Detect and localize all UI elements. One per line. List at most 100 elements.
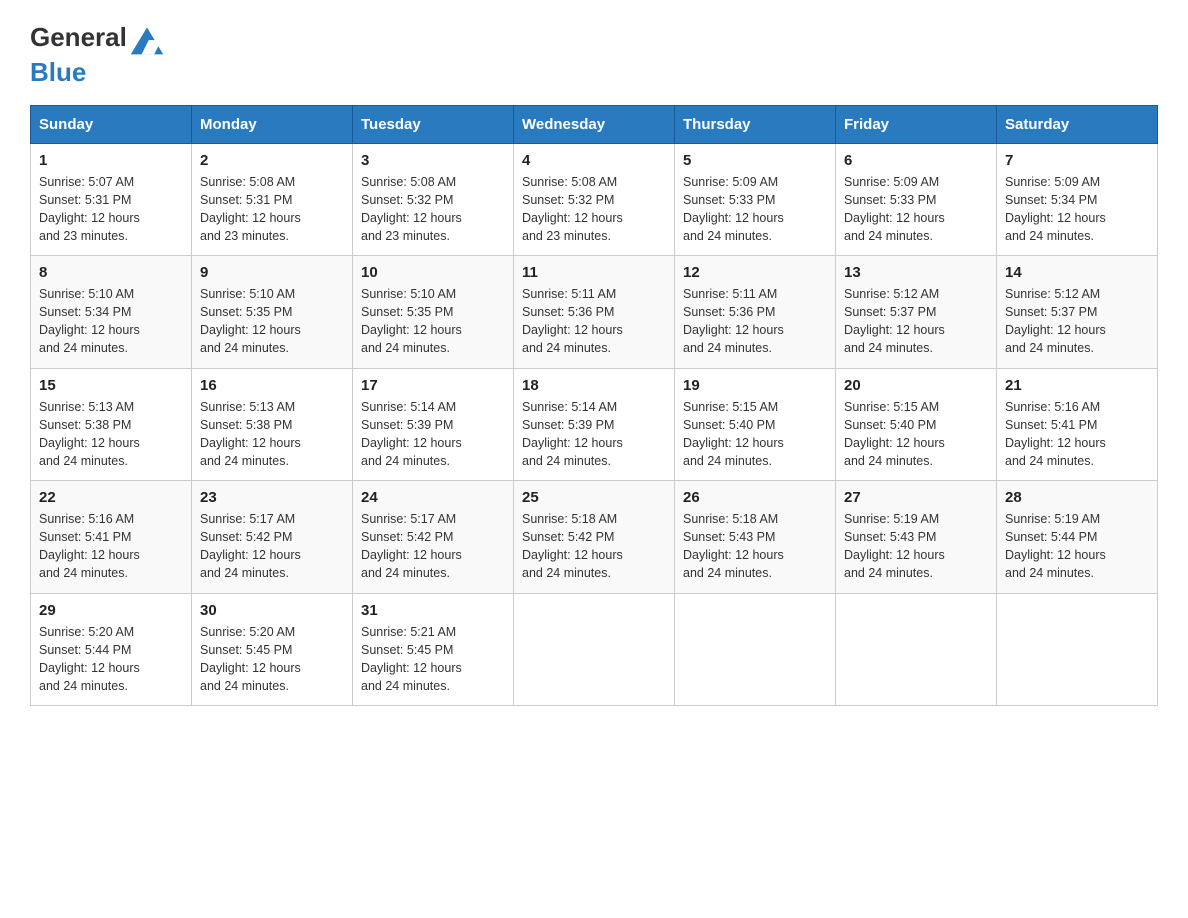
day-info: Sunrise: 5:09 AMSunset: 5:33 PMDaylight:… <box>844 173 988 246</box>
day-number: 29 <box>39 602 183 619</box>
calendar-cell: 1 Sunrise: 5:07 AMSunset: 5:31 PMDaylight… <box>31 143 192 256</box>
calendar-cell: 31 Sunrise: 5:21 AMSunset: 5:45 PMDayligh… <box>353 593 514 706</box>
day-info: Sunrise: 5:18 AMSunset: 5:42 PMDaylight:… <box>522 510 666 583</box>
column-header-wednesday: Wednesday <box>514 105 675 143</box>
day-info: Sunrise: 5:19 AMSunset: 5:44 PMDaylight:… <box>1005 510 1149 583</box>
day-info: Sunrise: 5:10 AMSunset: 5:35 PMDaylight:… <box>361 285 505 358</box>
calendar-cell: 18 Sunrise: 5:14 AMSunset: 5:39 PMDayligh… <box>514 368 675 481</box>
day-info: Sunrise: 5:11 AMSunset: 5:36 PMDaylight:… <box>522 285 666 358</box>
day-info: Sunrise: 5:12 AMSunset: 5:37 PMDaylight:… <box>1005 285 1149 358</box>
calendar-cell: 6 Sunrise: 5:09 AMSunset: 5:33 PMDaylight… <box>836 143 997 256</box>
calendar-cell: 19 Sunrise: 5:15 AMSunset: 5:40 PMDayligh… <box>675 368 836 481</box>
column-header-monday: Monday <box>192 105 353 143</box>
calendar-cell: 13 Sunrise: 5:12 AMSunset: 5:37 PMDayligh… <box>836 256 997 369</box>
day-info: Sunrise: 5:07 AMSunset: 5:31 PMDaylight:… <box>39 173 183 246</box>
calendar-cell: 9 Sunrise: 5:10 AMSunset: 5:35 PMDaylight… <box>192 256 353 369</box>
calendar-cell: 8 Sunrise: 5:10 AMSunset: 5:34 PMDaylight… <box>31 256 192 369</box>
day-number: 15 <box>39 377 183 394</box>
day-number: 26 <box>683 489 827 506</box>
day-number: 18 <box>522 377 666 394</box>
day-number: 30 <box>200 602 344 619</box>
day-info: Sunrise: 5:20 AMSunset: 5:44 PMDaylight:… <box>39 623 183 696</box>
calendar-cell: 10 Sunrise: 5:10 AMSunset: 5:35 PMDayligh… <box>353 256 514 369</box>
calendar-cell: 16Sunrise: 5:13 AMSunset: 5:38 PMDayligh… <box>192 368 353 481</box>
day-info: Sunrise: 5:13 AMSunset: 5:38 PMDaylight:… <box>39 398 183 471</box>
day-info: Sunrise: 5:10 AMSunset: 5:34 PMDaylight:… <box>39 285 183 358</box>
day-number: 23 <box>200 489 344 506</box>
calendar-cell: 15 Sunrise: 5:13 AMSunset: 5:38 PMDayligh… <box>31 368 192 481</box>
day-info: Sunrise: 5:08 AMSunset: 5:32 PMDaylight:… <box>522 173 666 246</box>
column-header-tuesday: Tuesday <box>353 105 514 143</box>
calendar-cell: 22 Sunrise: 5:16 AMSunset: 5:41 PMDayligh… <box>31 481 192 594</box>
day-number: 28 <box>1005 489 1149 506</box>
calendar-table: SundayMondayTuesdayWednesdayThursdayFrid… <box>30 105 1158 707</box>
day-info: Sunrise: 5:16 AMSunset: 5:41 PMDaylight:… <box>39 510 183 583</box>
calendar-week-5: 29 Sunrise: 5:20 AMSunset: 5:44 PMDayligh… <box>31 593 1158 706</box>
calendar-cell: 24 Sunrise: 5:17 AMSunset: 5:42 PMDayligh… <box>353 481 514 594</box>
calendar-cell <box>836 593 997 706</box>
day-info: Sunrise: 5:09 AMSunset: 5:33 PMDaylight:… <box>683 173 827 246</box>
day-info: Sunrise: 5:14 AMSunset: 5:39 PMDaylight:… <box>361 398 505 471</box>
day-info: Sunrise: 5:20 AMSunset: 5:45 PMDaylight:… <box>200 623 344 696</box>
day-number: 20 <box>844 377 988 394</box>
day-number: 10 <box>361 264 505 281</box>
calendar-cell: 30 Sunrise: 5:20 AMSunset: 5:45 PMDayligh… <box>192 593 353 706</box>
day-number: 21 <box>1005 377 1149 394</box>
day-info: Sunrise: 5:09 AMSunset: 5:34 PMDaylight:… <box>1005 173 1149 246</box>
day-info: Sunrise: 5:21 AMSunset: 5:45 PMDaylight:… <box>361 623 505 696</box>
day-number: 9 <box>200 264 344 281</box>
day-info: Sunrise: 5:10 AMSunset: 5:35 PMDaylight:… <box>200 285 344 358</box>
day-number: 8 <box>39 264 183 281</box>
day-number: 12 <box>683 264 827 281</box>
calendar-cell: 27Sunrise: 5:19 AMSunset: 5:43 PMDayligh… <box>836 481 997 594</box>
calendar-week-4: 22 Sunrise: 5:16 AMSunset: 5:41 PMDayligh… <box>31 481 1158 594</box>
logo-text: General Blue <box>30 20 165 87</box>
day-number: 6 <box>844 152 988 169</box>
day-number: 14 <box>1005 264 1149 281</box>
calendar-cell <box>675 593 836 706</box>
calendar-cell <box>514 593 675 706</box>
day-number: 19 <box>683 377 827 394</box>
day-info: Sunrise: 5:16 AMSunset: 5:41 PMDaylight:… <box>1005 398 1149 471</box>
calendar-cell: 29 Sunrise: 5:20 AMSunset: 5:44 PMDayligh… <box>31 593 192 706</box>
calendar-cell: 23 Sunrise: 5:17 AMSunset: 5:42 PMDayligh… <box>192 481 353 594</box>
day-info: Sunrise: 5:17 AMSunset: 5:42 PMDaylight:… <box>200 510 344 583</box>
calendar-cell: 20 Sunrise: 5:15 AMSunset: 5:40 PMDayligh… <box>836 368 997 481</box>
calendar-cell: 11Sunrise: 5:11 AMSunset: 5:36 PMDayligh… <box>514 256 675 369</box>
day-number: 31 <box>361 602 505 619</box>
day-info: Sunrise: 5:08 AMSunset: 5:32 PMDaylight:… <box>361 173 505 246</box>
calendar-cell: 3 Sunrise: 5:08 AMSunset: 5:32 PMDaylight… <box>353 143 514 256</box>
calendar-cell: 4 Sunrise: 5:08 AMSunset: 5:32 PMDaylight… <box>514 143 675 256</box>
day-number: 24 <box>361 489 505 506</box>
calendar-cell: 28 Sunrise: 5:19 AMSunset: 5:44 PMDayligh… <box>997 481 1158 594</box>
calendar-cell: 21 Sunrise: 5:16 AMSunset: 5:41 PMDayligh… <box>997 368 1158 481</box>
day-number: 2 <box>200 152 344 169</box>
page-header: General Blue <box>30 20 1158 87</box>
day-number: 22 <box>39 489 183 506</box>
day-info: Sunrise: 5:12 AMSunset: 5:37 PMDaylight:… <box>844 285 988 358</box>
calendar-week-2: 8 Sunrise: 5:10 AMSunset: 5:34 PMDaylight… <box>31 256 1158 369</box>
calendar-header: SundayMondayTuesdayWednesdayThursdayFrid… <box>31 105 1158 143</box>
day-number: 3 <box>361 152 505 169</box>
day-number: 1 <box>39 152 183 169</box>
day-info: Sunrise: 5:15 AMSunset: 5:40 PMDaylight:… <box>683 398 827 471</box>
day-info: Sunrise: 5:15 AMSunset: 5:40 PMDaylight:… <box>844 398 988 471</box>
calendar-cell: 25 Sunrise: 5:18 AMSunset: 5:42 PMDayligh… <box>514 481 675 594</box>
calendar-body: 1 Sunrise: 5:07 AMSunset: 5:31 PMDaylight… <box>31 143 1158 706</box>
day-info: Sunrise: 5:18 AMSunset: 5:43 PMDaylight:… <box>683 510 827 583</box>
day-info: Sunrise: 5:14 AMSunset: 5:39 PMDaylight:… <box>522 398 666 471</box>
logo-icon <box>129 22 165 58</box>
calendar-cell: 26 Sunrise: 5:18 AMSunset: 5:43 PMDayligh… <box>675 481 836 594</box>
calendar-cell <box>997 593 1158 706</box>
logo: General Blue <box>30 20 165 87</box>
day-info: Sunrise: 5:08 AMSunset: 5:31 PMDaylight:… <box>200 173 344 246</box>
day-number: 4 <box>522 152 666 169</box>
day-number: 25 <box>522 489 666 506</box>
column-header-sunday: Sunday <box>31 105 192 143</box>
day-number: 13 <box>844 264 988 281</box>
day-info: Sunrise: 5:19 AMSunset: 5:43 PMDaylight:… <box>844 510 988 583</box>
column-header-saturday: Saturday <box>997 105 1158 143</box>
calendar-cell: 14 Sunrise: 5:12 AMSunset: 5:37 PMDayligh… <box>997 256 1158 369</box>
day-info: Sunrise: 5:17 AMSunset: 5:42 PMDaylight:… <box>361 510 505 583</box>
day-number: 5 <box>683 152 827 169</box>
